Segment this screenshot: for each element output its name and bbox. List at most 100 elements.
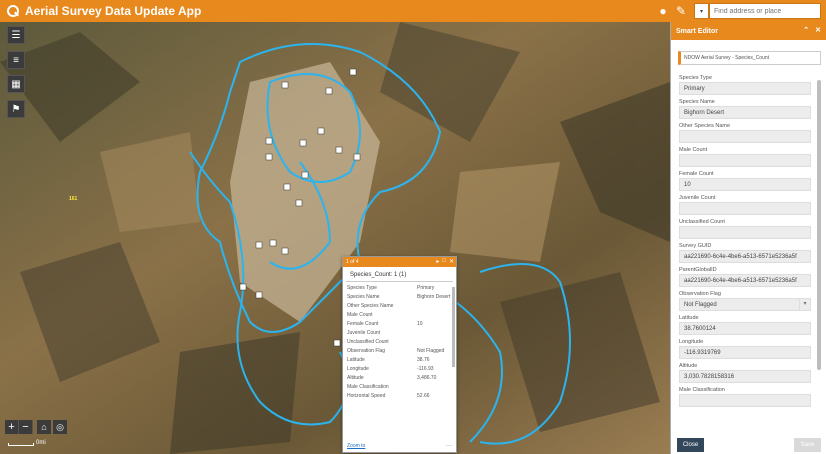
- popup-field-value: Primary: [417, 285, 435, 291]
- field-label: ParentGlobalID: [679, 267, 717, 273]
- maximize-icon[interactable]: □: [442, 258, 446, 265]
- search-app-icon: [5, 4, 19, 18]
- smart-editor-panel: Smart Editor ⌃ ✕ NDOW Aerial Survey - Sp…: [670, 22, 826, 454]
- popup-field-label: Species Type: [347, 285, 377, 291]
- popup-field-label: Latitude: [347, 357, 365, 363]
- popup-field-value: [417, 329, 452, 338]
- popup-row: Observation Flag Not Flagged: [347, 347, 452, 356]
- feature-popup: 1 of 4 ▸ □ ✕ Species_Count: 1 (1) Specie…: [342, 256, 457, 453]
- popup-field-value: [417, 311, 452, 320]
- attribute-form: Species Type Primary Species Name Bighorn D…: [679, 74, 811, 410]
- popup-field-value: 52.66: [417, 393, 430, 399]
- popup-row: Species Type Primary: [347, 284, 452, 293]
- popup-row: Longitude -116.93: [347, 365, 452, 374]
- panel-title: Smart Editor: [676, 27, 719, 35]
- layer-list-icon[interactable]: ☰: [7, 26, 25, 44]
- popup-field-value: 3,486.70: [417, 375, 437, 381]
- zoom-in-button[interactable]: +: [5, 420, 19, 434]
- field-input[interactable]: aa221690-6c4e-4be6-a513-6571e5236a5f: [679, 250, 811, 263]
- field-input[interactable]: 38.7600124: [679, 322, 811, 335]
- popup-title: Species_Count: 1 (1): [346, 267, 453, 282]
- basemap-gallery-icon[interactable]: ▦: [7, 75, 25, 93]
- more-actions-icon[interactable]: ···: [446, 443, 452, 449]
- popup-field-label: Horizontal Speed: [347, 393, 386, 399]
- popup-field-value: [417, 383, 452, 392]
- field-input[interactable]: -116.9319769: [679, 346, 811, 359]
- field-label: Longitude: [679, 339, 704, 345]
- field-input[interactable]: [679, 130, 811, 143]
- panel-footer: Close Save: [671, 434, 826, 454]
- popup-field-value: 10: [417, 321, 423, 327]
- field-input[interactable]: [679, 154, 811, 167]
- field-label: Latitude: [679, 315, 699, 321]
- popup-row: Latitude 38.76: [347, 356, 452, 365]
- field-label: Female Count: [679, 171, 714, 177]
- field-label: Altitude: [679, 363, 698, 369]
- field-input[interactable]: 10: [679, 178, 811, 191]
- layer-name-bar: NDOW Aerial Survey - Species_Count: [678, 51, 821, 65]
- popup-field-label: Male Count: [347, 312, 373, 318]
- locate-icon[interactable]: ◎: [53, 420, 67, 434]
- legend-icon[interactable]: ≡: [7, 51, 25, 69]
- field-input[interactable]: aa221690-6c4e-4be6-a513-6571e5236a5f: [679, 274, 811, 287]
- popup-body: Species Type Primary Species Name Bighorn D…: [343, 282, 456, 439]
- popup-field-label: Altitude: [347, 375, 364, 381]
- popup-row: Unclassified Count: [347, 338, 452, 347]
- popup-field-value: -116.93: [417, 366, 434, 372]
- popup-row: Horizontal Speed 52.66: [347, 392, 452, 401]
- collapse-icon[interactable]: ⌃: [803, 26, 809, 34]
- popup-field-value: [417, 338, 452, 347]
- map-view[interactable]: ☰ ≡ ▦ ⚑ 161 + − ⌂ ◎ 0mi 1 of 4 ▸ □ ✕ Spe…: [0, 22, 670, 454]
- field-label: Other Species Name: [679, 123, 731, 129]
- search-source-dropdown[interactable]: ▾: [694, 3, 709, 19]
- next-feature-icon[interactable]: ▸: [436, 258, 439, 265]
- popup-row: Other Species Name: [347, 302, 452, 311]
- search-box: [709, 3, 821, 19]
- popup-field-value: 38.76: [417, 357, 430, 363]
- location-pin-icon[interactable]: ●: [655, 2, 671, 20]
- field-select[interactable]: Not Flagged: [679, 298, 811, 311]
- popup-field-value: [417, 302, 452, 311]
- close-button[interactable]: Close: [677, 438, 704, 452]
- zoom-out-button[interactable]: −: [19, 420, 33, 434]
- field-input[interactable]: [679, 226, 811, 239]
- panel-close-icon[interactable]: ✕: [815, 26, 821, 34]
- zoom-controls: + −: [5, 420, 33, 434]
- bookmark-icon[interactable]: ⚑: [7, 100, 25, 118]
- popup-field-label: Species Name: [347, 294, 380, 300]
- field-input[interactable]: 3,030.7828158316: [679, 370, 811, 383]
- field-input[interactable]: Bighorn Desert: [679, 106, 811, 119]
- popup-row: Female Count 10: [347, 320, 452, 329]
- app-title: Aerial Survey Data Update App: [25, 4, 202, 18]
- field-label: Species Type: [679, 75, 712, 81]
- zoom-to-link[interactable]: Zoom to: [347, 443, 365, 449]
- popup-field-value: Not Flagged: [417, 348, 445, 354]
- scale-label: 0mi: [36, 440, 46, 446]
- popup-field-label: Female Count: [347, 321, 379, 327]
- field-label: Juvenile Count: [679, 195, 716, 201]
- edit-widget-icon[interactable]: ✎: [673, 2, 689, 20]
- field-input[interactable]: Primary: [679, 82, 811, 95]
- popup-field-label: Male Classification: [347, 384, 389, 390]
- popup-field-label: Unclassified Count: [347, 339, 389, 345]
- satellite-basemap: [0, 22, 670, 454]
- panel-header: Smart Editor ⌃ ✕: [671, 22, 826, 40]
- popup-scrollbar[interactable]: [452, 287, 455, 367]
- home-button[interactable]: ⌂: [37, 420, 51, 434]
- popup-row: Altitude 3,486.70: [347, 374, 452, 383]
- field-input[interactable]: [679, 394, 811, 407]
- search-input[interactable]: [710, 7, 820, 15]
- popup-field-label: Juvenile Count: [347, 330, 381, 336]
- field-label: Male Count: [679, 147, 708, 153]
- panel-scrollbar[interactable]: [817, 80, 821, 370]
- popup-field-label: Longitude: [347, 366, 369, 372]
- popup-row: Species Name Bighorn Desert: [347, 293, 452, 302]
- popup-field-label: Observation Flag: [347, 348, 386, 354]
- map-label: 161: [69, 196, 78, 202]
- popup-row: Male Count: [347, 311, 452, 320]
- popup-field-value: Bighorn Desert: [417, 294, 451, 300]
- popup-pager: 1 of 4: [346, 259, 359, 265]
- save-button[interactable]: Save: [794, 438, 821, 452]
- field-input[interactable]: [679, 202, 811, 215]
- close-icon[interactable]: ✕: [449, 258, 454, 265]
